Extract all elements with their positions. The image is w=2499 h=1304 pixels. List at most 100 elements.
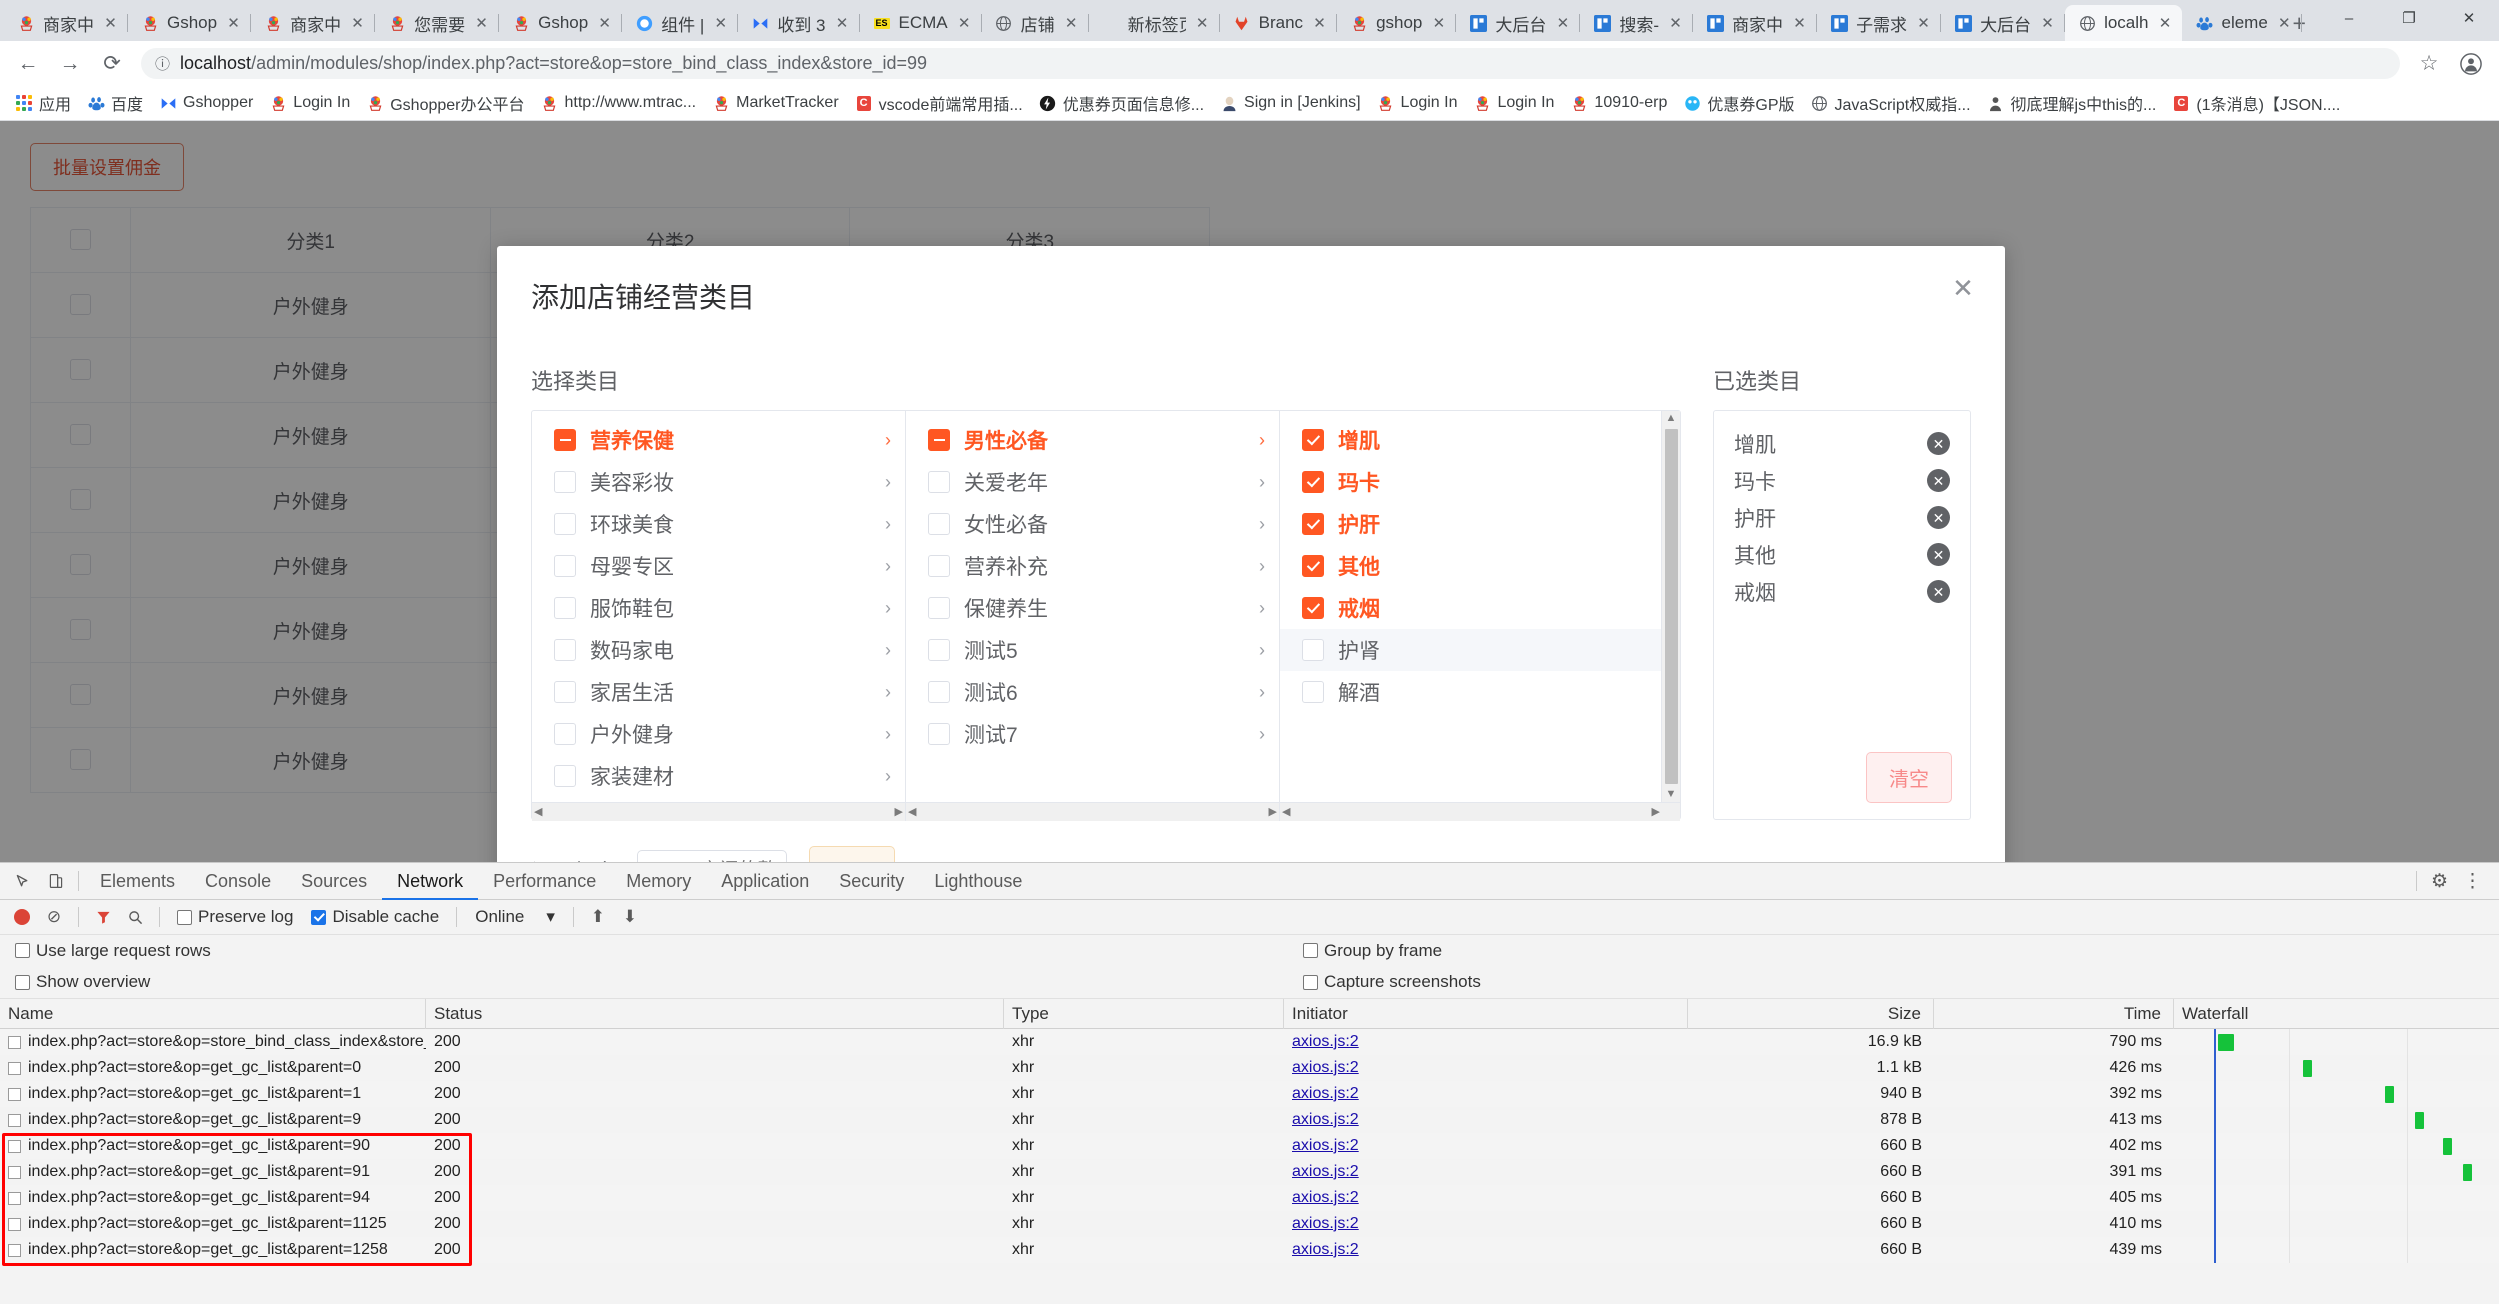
initiator-link[interactable]: axios.js:2	[1292, 1085, 1359, 1103]
tab-close-icon[interactable]: ✕	[1310, 14, 1329, 33]
browser-tab[interactable]: 您需要✕	[375, 5, 499, 41]
export-har-icon[interactable]: ⬇	[616, 903, 644, 931]
bookmark-item[interactable]: Login In	[1370, 91, 1465, 115]
cascader-item[interactable]: 测试5›	[906, 629, 1279, 671]
devtools-tab-elements[interactable]: Elements	[85, 863, 190, 900]
tab-close-icon[interactable]: ✕	[101, 14, 120, 33]
browser-tab[interactable]: 子需求✕	[1817, 5, 1941, 41]
browser-tab[interactable]: 商家中✕	[4, 5, 128, 41]
browser-tab[interactable]: Gshop✕	[128, 5, 251, 41]
initiator-link[interactable]: axios.js:2	[1292, 1189, 1359, 1207]
devtools-tab-security[interactable]: Security	[824, 863, 919, 900]
cascader-item[interactable]: 女性必备›	[906, 503, 1279, 545]
cascader-item[interactable]: 测试6›	[906, 671, 1279, 713]
tab-close-icon[interactable]: ✕	[1914, 14, 1933, 33]
cascader-item[interactable]: 护肾	[1280, 629, 1680, 671]
group-by-frame-checkbox[interactable]: Group by frame	[1296, 941, 1449, 961]
cascader-item[interactable]: 美容彩妆›	[532, 461, 905, 503]
column-header-size[interactable]: Size	[1688, 999, 1934, 1029]
cascader-item[interactable]: 服饰鞋包›	[532, 587, 905, 629]
gear-icon[interactable]: ⚙	[2423, 865, 2456, 898]
tab-close-icon[interactable]: ✕	[1193, 14, 1212, 33]
cascader-item[interactable]: 环球美食›	[532, 503, 905, 545]
browser-tab[interactable]: 商家中✕	[1693, 5, 1817, 41]
commission-input[interactable]	[637, 850, 787, 863]
category-checkbox[interactable]	[554, 681, 576, 703]
browser-tab[interactable]: eleme✕	[2182, 5, 2301, 41]
scroll-left-icon[interactable]: ◀	[1282, 807, 1290, 818]
cascader-item[interactable]: 营养补充›	[906, 545, 1279, 587]
category-checkbox[interactable]	[1302, 429, 1324, 451]
forward-icon[interactable]: →	[50, 44, 90, 84]
cascader-item[interactable]: 解酒	[1280, 671, 1680, 713]
bookmark-item[interactable]: http://www.mtrac...	[534, 91, 704, 115]
category-checkbox[interactable]	[928, 429, 950, 451]
category-checkbox[interactable]	[1302, 597, 1324, 619]
scroll-right-icon[interactable]: ▶	[1269, 807, 1277, 818]
reload-icon[interactable]: ⟳	[92, 44, 132, 84]
throttling-select[interactable]: Online ▾	[467, 907, 563, 927]
tab-close-icon[interactable]: ✕	[1553, 14, 1572, 33]
bookmark-item[interactable]: Login In	[262, 91, 357, 115]
column-header-waterfall[interactable]: Waterfall	[2174, 999, 2499, 1029]
devtools-tab-performance[interactable]: Performance	[478, 863, 611, 900]
cascader-item[interactable]: 戒烟	[1280, 587, 1680, 629]
back-icon[interactable]: ←	[8, 44, 48, 84]
tab-close-icon[interactable]: ✕	[833, 14, 852, 33]
tab-close-icon[interactable]: ✕	[472, 14, 491, 33]
maximize-button[interactable]: ❐	[2379, 0, 2439, 36]
confirm-button[interactable]: 确认	[809, 846, 895, 862]
browser-tab[interactable]: 商家中✕	[251, 5, 375, 41]
cascader-item[interactable]: 玛卡	[1280, 461, 1680, 503]
clear-icon[interactable]: ⊘	[40, 903, 68, 931]
bookmark-item[interactable]: Cvscode前端常用插...	[848, 88, 1030, 118]
profile-avatar-icon[interactable]	[2451, 44, 2491, 84]
devtools-tab-memory[interactable]: Memory	[611, 863, 706, 900]
browser-tab[interactable]: ESECMA✕	[860, 5, 982, 41]
initiator-link[interactable]: axios.js:2	[1292, 1215, 1359, 1233]
clear-all-button[interactable]: 清空	[1866, 752, 1952, 803]
initiator-link[interactable]: axios.js:2	[1292, 1241, 1359, 1259]
bookmark-item[interactable]: 彻底理解js中this的...	[1980, 88, 2164, 118]
browser-tab[interactable]: Branc✕	[1220, 5, 1337, 41]
category-checkbox[interactable]	[928, 513, 950, 535]
scroll-right-icon[interactable]: ▶	[1652, 807, 1660, 818]
bookmark-item[interactable]: Login In	[1466, 91, 1561, 115]
category-checkbox[interactable]	[928, 681, 950, 703]
bookmark-item[interactable]: 10910-erp	[1563, 91, 1674, 115]
minimize-button[interactable]: –	[2319, 0, 2379, 36]
remove-icon[interactable]: ✕	[1927, 469, 1950, 492]
browser-tab[interactable]: 收到 3✕	[738, 5, 859, 41]
horizontal-scrollbar[interactable]: ◀▶	[1280, 802, 1680, 821]
more-options-icon[interactable]: ⋮	[2456, 865, 2489, 898]
scrollbar-thumb[interactable]	[1665, 429, 1678, 784]
tab-close-icon[interactable]: ✕	[224, 14, 243, 33]
cascader-item[interactable]: 男性必备›	[906, 419, 1279, 461]
cascader-item[interactable]: 户外健身›	[532, 713, 905, 755]
category-checkbox[interactable]	[554, 639, 576, 661]
category-checkbox[interactable]	[928, 639, 950, 661]
scroll-right-icon[interactable]: ▶	[895, 807, 903, 818]
remove-icon[interactable]: ✕	[1927, 432, 1950, 455]
category-checkbox[interactable]	[1302, 639, 1324, 661]
network-request-row[interactable]: index.php?act=store&op=get_gc_list&paren…	[0, 1107, 2499, 1133]
browser-tab[interactable]: 搜索-✕	[1580, 5, 1693, 41]
browser-tab[interactable]: gshop✕	[1337, 5, 1456, 41]
category-checkbox[interactable]	[554, 555, 576, 577]
network-request-row[interactable]: index.php?act=store&op=get_gc_list&paren…	[0, 1055, 2499, 1081]
disable-cache-checkbox[interactable]: Disable cache	[304, 907, 446, 927]
category-checkbox[interactable]	[928, 597, 950, 619]
initiator-link[interactable]: axios.js:2	[1292, 1033, 1359, 1051]
category-checkbox[interactable]	[554, 597, 576, 619]
tab-close-icon[interactable]: ✕	[1666, 14, 1685, 33]
cascader-item[interactable]: 数码家电›	[532, 629, 905, 671]
column-header-status[interactable]: Status	[426, 999, 1004, 1029]
category-checkbox[interactable]	[554, 429, 576, 451]
tab-close-icon[interactable]: ✕	[348, 14, 367, 33]
close-icon[interactable]: ✕	[1947, 272, 1979, 304]
category-checkbox[interactable]	[928, 723, 950, 745]
category-checkbox[interactable]	[554, 723, 576, 745]
remove-icon[interactable]: ✕	[1927, 580, 1950, 603]
category-checkbox[interactable]	[1302, 681, 1324, 703]
browser-tab[interactable]: 大后台✕	[1941, 5, 2065, 41]
